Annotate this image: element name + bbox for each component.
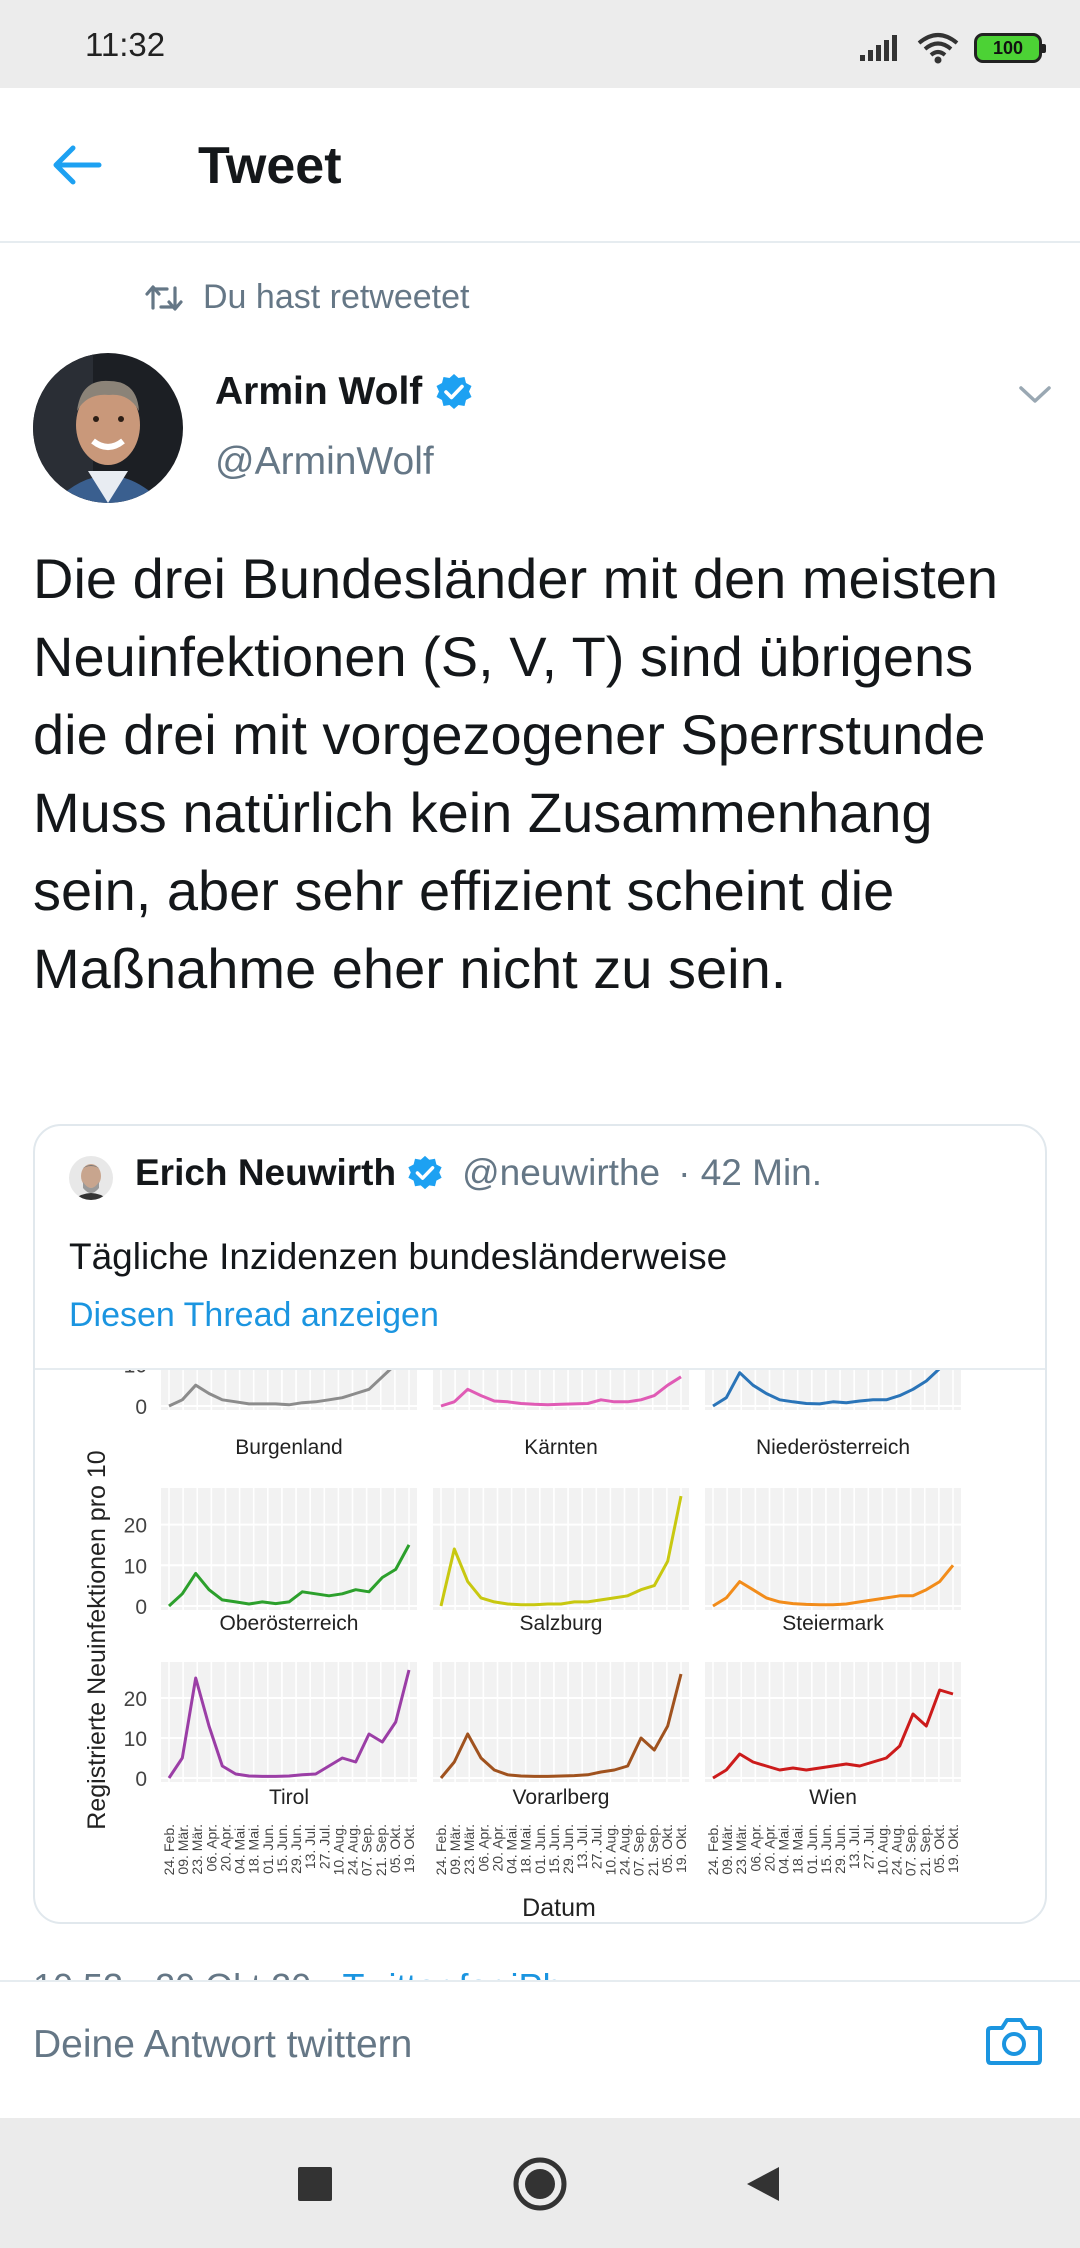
panel-label: Steiermark [782,1612,884,1635]
x-tick-label: 19. Okt. [673,1824,689,1873]
home-button[interactable] [510,2154,570,2214]
avatar[interactable] [33,353,183,503]
panel-background [433,1488,689,1610]
quote-header: Erich Neuwirth @neuwirthe · 42 Min. [135,1152,822,1194]
stop-square-icon [298,2167,332,2201]
y-tick-label: 10 [124,1555,147,1578]
camera-button[interactable] [983,2010,1045,2072]
x-axis-title: Datum [522,1894,596,1922]
quote-time: · 42 Min. [678,1152,823,1193]
tweet-menu-button[interactable] [1010,375,1060,415]
panel-label: Niederösterreich [756,1436,910,1459]
y-tick-label: 0 [135,1596,147,1619]
system-nav-bar [0,2118,1080,2248]
recents-button[interactable] [285,2154,345,2214]
panel-label: Wien [809,1786,857,1809]
author-name-row[interactable]: Armin Wolf [215,370,474,414]
quote-author-name: Erich Neuwirth [135,1152,397,1193]
back-arrow-icon [53,145,102,185]
y-tick-label: 0 [135,1768,147,1791]
panel-label: Kärnten [524,1436,598,1459]
chart-image: Registrierte Neuinfektionen pro 10 0 10 Bur… [35,1352,1045,1922]
author-handle[interactable]: @ArminWolf [215,440,434,484]
y-tick-label: 10 [124,1370,147,1377]
panel-label: Salzburg [520,1612,603,1635]
back-nav-button[interactable] [733,2154,793,2214]
quoted-tweet-card[interactable]: Erich Neuwirth @neuwirthe · 42 Min. Tägl… [33,1124,1047,1924]
camera-icon [986,2018,1042,2065]
y-tick-label: 20 [124,1515,147,1538]
wifi-icon [917,33,959,64]
retweet-icon [145,284,183,311]
status-icons: 100 [858,28,1046,68]
quote-text: Tägliche Inzidenzen bundesländerweise [69,1236,728,1277]
status-time: 11:32 [85,26,166,63]
avatar-image [33,353,183,503]
verified-icon [436,374,472,409]
page-title: Tweet [198,137,342,195]
x-tick-label: 19. Okt. [401,1824,417,1873]
quote-author-handle: @neuwirthe [462,1152,661,1193]
signal-icon [860,35,897,61]
reply-bar [0,1980,1080,2120]
panel-label: Oberösterreich [220,1612,359,1635]
y-axis-title: Registrierte Neuinfektionen pro 10 [83,1450,111,1829]
chart-svg: Registrierte Neuinfektionen pro 10 0 10 Bur… [83,1352,961,1922]
author-name: Armin Wolf [215,370,423,413]
app-header: Tweet [0,88,1080,243]
verified-icon [408,1155,442,1190]
retweet-label: Du hast retweetet [203,278,470,316]
y-tick-label: 0 [135,1396,147,1419]
panel-background [433,1662,689,1782]
back-triangle-icon [747,2167,779,2201]
panel-label: Burgenland [235,1436,342,1459]
y-tick-label: 10 [124,1728,147,1751]
chevron-down-icon [1019,386,1051,403]
battery-icon: 100 [974,33,1046,63]
panel-label: Vorarlberg [513,1786,610,1809]
tweet-text: Die drei Bundesländer mit den meisten Ne… [33,547,998,1000]
home-circle-icon [513,2157,567,2211]
x-tick-label: 19. Okt. [945,1824,961,1873]
panel-label: Tirol [269,1786,309,1809]
reply-input[interactable] [33,2004,963,2086]
quote-avatar [69,1156,113,1200]
y-tick-label: 20 [124,1688,147,1711]
status-bar: 11:32 100 [0,0,1080,88]
back-button[interactable] [42,130,112,200]
show-thread-link[interactable]: Diesen Thread anzeigen [69,1296,439,1335]
panel-background [161,1662,417,1782]
panel-background [161,1488,417,1610]
retweet-indicator: Du hast retweetet [145,278,469,317]
